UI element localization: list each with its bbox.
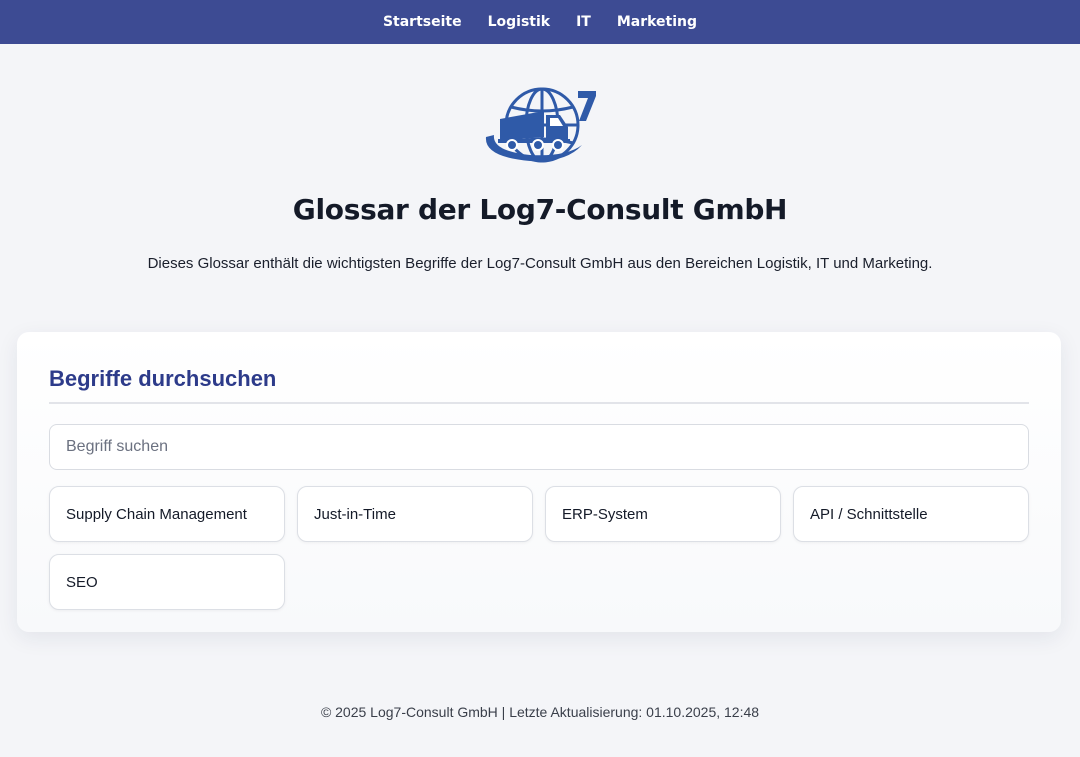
- term-seo[interactable]: SEO: [49, 554, 285, 610]
- intro-text: Dieses Glossar enthält die wichtigsten B…: [147, 255, 933, 272]
- term-supply-chain-management[interactable]: Supply Chain Management: [49, 486, 285, 542]
- hero-section: Glossar der Log7-Consult GmbH Dieses Glo…: [0, 85, 1080, 272]
- nav-link-marketing[interactable]: Marketing: [617, 14, 697, 30]
- term-api-schnittstelle[interactable]: API / Schnittstelle: [793, 486, 1029, 542]
- nav-link-logistik[interactable]: Logistik: [488, 14, 551, 30]
- glossary-search-card: Begriffe durchsuchen Supply Chain Manage…: [17, 332, 1061, 632]
- nav-link-it[interactable]: IT: [576, 14, 591, 30]
- page-title: Glossar der Log7-Consult GmbH: [292, 193, 788, 226]
- term-just-in-time[interactable]: Just-in-Time: [297, 486, 533, 542]
- nav-link-startseite[interactable]: Startseite: [383, 14, 462, 30]
- search-section-title: Begriffe durchsuchen: [49, 366, 1029, 404]
- top-navigation: Startseite Logistik IT Marketing: [0, 0, 1080, 44]
- term-grid: Supply Chain Management Just-in-Time ERP…: [49, 486, 1029, 610]
- globe-truck-logo-icon: [485, 87, 596, 163]
- page-footer: © 2025 Log7-Consult GmbH | Letzte Aktual…: [320, 704, 760, 720]
- search-input[interactable]: [49, 424, 1029, 470]
- term-erp-system[interactable]: ERP-System: [545, 486, 781, 542]
